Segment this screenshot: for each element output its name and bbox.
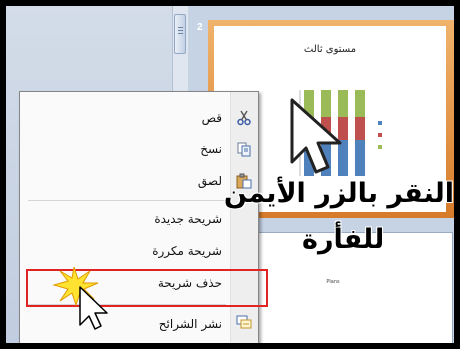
mouse-pointer-icon bbox=[290, 98, 342, 174]
chart-bar-segment bbox=[355, 90, 365, 117]
slide-number: 2 bbox=[197, 22, 203, 33]
annotation-caption-line1: النقر بالزر الأيمن bbox=[223, 178, 454, 209]
chart-bar-segment bbox=[355, 140, 365, 176]
menu-item-duplicate-slide[interactable]: شريحة مكررة bbox=[152, 241, 222, 261]
menu-item-cut[interactable]: قص bbox=[202, 108, 222, 128]
menu-item-publish-slides[interactable]: نشر الشرائح bbox=[159, 314, 222, 334]
scrollbar-thumb[interactable] bbox=[174, 14, 186, 54]
scissors-icon bbox=[236, 110, 252, 126]
grip-line bbox=[178, 27, 183, 28]
grip-line bbox=[178, 33, 183, 34]
chart-legend-swatch bbox=[378, 133, 382, 137]
chart-legend-swatch bbox=[378, 121, 382, 125]
grip-line bbox=[178, 30, 183, 31]
menu-item-copy[interactable]: نسخ bbox=[200, 139, 222, 159]
powerpoint-window: مستوى ثالث 2 Plans 3 قص نسخ bbox=[6, 6, 454, 343]
chart-legend-swatch bbox=[378, 145, 382, 149]
publish-slides-icon bbox=[236, 314, 252, 330]
menu-separator bbox=[28, 200, 226, 201]
copy-icon bbox=[236, 141, 252, 157]
click-burst-cursor-icon bbox=[52, 266, 108, 330]
chart-bar-segment bbox=[355, 117, 365, 140]
annotation-caption-line2: للفأرة bbox=[302, 224, 385, 255]
menu-item-paste[interactable]: لصق bbox=[198, 171, 222, 191]
menu-item-new-slide[interactable]: شريحة جديدة bbox=[154, 209, 222, 229]
